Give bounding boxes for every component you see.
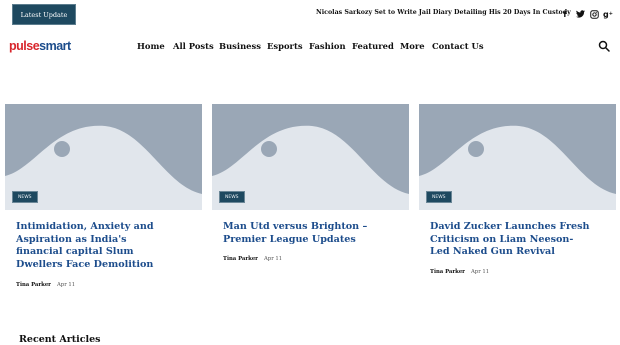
nav-item-esports[interactable]: Esports <box>267 41 303 51</box>
card-title[interactable]: Intimidation, Anxiety and Aspiration as … <box>16 221 176 271</box>
google-plus-icon[interactable]: g + <box>602 7 614 21</box>
card-title[interactable]: David Zucker Launches Fresh Criticism on… <box>430 221 590 259</box>
post-date: Apr 11 <box>470 269 490 275</box>
card-meta: Tina Parker Apr 11 <box>223 256 282 262</box>
nav-item-contact-us[interactable]: Contact Us <box>432 41 484 51</box>
instagram-icon[interactable] <box>588 7 600 21</box>
news-badge[interactable]: NEWS <box>426 191 452 203</box>
nav-item-home[interactable]: Home <box>137 41 165 51</box>
nav-item-more[interactable]: More <box>400 41 425 51</box>
logo-part-smart: smart <box>39 39 71 53</box>
card-meta: Tina Parker Apr 11 <box>16 282 75 288</box>
post-date: Apr 11 <box>263 256 283 262</box>
facebook-icon[interactable]: f <box>559 7 571 21</box>
card-title[interactable]: Man Utd versus Brighton – Premier League… <box>223 221 383 246</box>
nav-item-all-posts[interactable]: All Posts <box>173 41 214 51</box>
ticker-headline[interactable]: Nicolas Sarkozy Set to Write Jail Diary … <box>316 9 571 16</box>
news-badge[interactable]: NEWS <box>219 191 245 203</box>
author-name[interactable]: Tina Parker <box>16 282 51 288</box>
twitter-icon[interactable] <box>574 7 586 21</box>
nav-item-featured[interactable]: Featured <box>352 41 394 51</box>
recent-articles-heading: Recent Articles <box>19 334 101 345</box>
logo-part-pulse: pulse <box>9 39 40 53</box>
author-name[interactable]: Tina Parker <box>430 269 465 275</box>
site-logo[interactable]: pulsesmart <box>9 39 71 53</box>
nav-item-business[interactable]: Business <box>219 41 261 51</box>
nav-item-fashion[interactable]: Fashion <box>309 41 346 51</box>
main-navigation: pulsesmart Home All Posts Business Espor… <box>0 31 620 61</box>
news-badge[interactable]: NEWS <box>12 191 38 203</box>
latest-update-button[interactable]: Latest Update <box>12 4 76 25</box>
search-icon[interactable] <box>598 40 610 52</box>
author-name[interactable]: Tina Parker <box>223 256 258 262</box>
top-bar: Latest Update Nicolas Sarkozy Set to Wri… <box>0 0 620 31</box>
post-date: Apr 11 <box>56 282 76 288</box>
card-meta: Tina Parker Apr 11 <box>430 269 489 275</box>
